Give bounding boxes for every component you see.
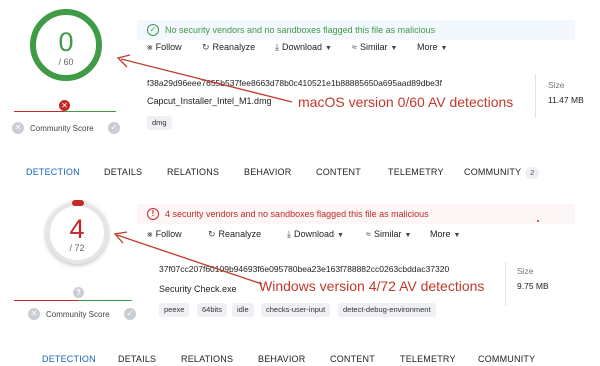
size-label: Size [548,80,565,90]
chevron-down-icon: ▼ [453,232,461,239]
community-score-marker-icon: ? [73,287,84,298]
reanalyze-button[interactable]: ↻ Reanalyze [208,229,261,240]
download-button[interactable]: ⤓ Download ▼ [287,229,344,240]
similar-icon: ≈ [366,229,371,239]
similar-button[interactable]: ≈ Similar ▼ [352,42,397,52]
reanalyze-button[interactable]: ↻ Reanalyze [202,42,255,53]
chevron-down-icon: ▼ [325,45,332,52]
tag[interactable]: idle [232,303,254,317]
chevron-down-icon: ▼ [337,232,344,239]
verdict-text: 4 security vendors and no sandboxes flag… [165,209,429,219]
chevron-down-icon: ▼ [440,45,448,52]
follow-button[interactable]: ⨳ Follow [147,229,182,240]
annotation-windows: Windows version 4/72 AV detections [259,278,485,294]
chevron-down-icon: ▼ [404,232,412,239]
tab-community[interactable]: COMMUNITY [478,354,535,364]
detection-count: 0 [58,27,74,57]
divider [505,262,506,306]
community-count-badge: 2 [525,167,540,179]
tab-relations[interactable]: RELATIONS [181,354,233,364]
tab-behavior[interactable]: BEHAVIOR [244,167,291,177]
macos-report-panel: 0 / 60 ✕ ✕ Community Score ✓ ✓ No securi… [0,0,600,148]
download-icon: ⤓ [275,42,279,52]
file-size: Size 9.75 MB [517,266,549,291]
community-score-label: Community Score [46,310,110,319]
download-button[interactable]: ⤓ Download ▼ [275,42,332,53]
verdict-banner: ✓ No security vendors and no sandboxes f… [137,20,575,40]
report-tabs: DETECTION DETAILS RELATIONS BEHAVIOR CON… [0,167,600,183]
follow-icon: ⨳ [147,229,153,239]
verdict-banner: ! 4 security vendors and no sandboxes fl… [137,204,575,224]
tab-community[interactable]: COMMUNITY 2 [464,167,540,179]
vote-malicious-icon[interactable]: ✓ [124,308,136,320]
divider [535,74,536,118]
tab-telemetry[interactable]: TELEMETRY [400,354,456,364]
tag[interactable]: dmg [147,116,172,130]
community-score-row: ✕ Community Score ✓ [28,308,136,322]
size-label: Size [517,266,534,276]
detection-arc [72,200,84,206]
community-score-row: ✕ Community Score ✓ [12,122,120,136]
detection-score-area: 4 / 72 ? ✕ Community Score ✓ [0,190,136,338]
annotation-macos: macOS version 0/60 AV detections [298,94,514,110]
report-tabs: DETECTION DETAILS RELATIONS BEHAVIOR CON… [0,354,600,366]
tab-behavior[interactable]: BEHAVIOR [258,354,305,364]
detection-score-ring: 4 / 72 [46,202,108,264]
tag[interactable]: 64bits [197,303,228,317]
detection-total: / 72 [69,243,85,253]
more-button[interactable]: More ▼ [430,229,460,239]
download-icon: ⤓ [287,229,291,239]
follow-button[interactable]: ⨳ Follow [147,42,182,53]
more-button[interactable]: More ▼ [417,42,447,52]
community-score-bar [14,111,64,112]
detection-total: / 60 [58,57,74,67]
reanalyze-icon: ↻ [202,42,210,52]
tab-details[interactable]: DETAILS [118,354,156,364]
tab-details[interactable]: DETAILS [104,167,142,177]
detection-count: 4 [69,214,85,244]
tab-content[interactable]: CONTENT [316,167,361,177]
size-value: 9.75 MB [517,281,549,291]
detection-score-ring: 0 / 60 [30,9,102,81]
tab-detection[interactable]: DETECTION [42,354,96,364]
tag[interactable]: checks-user-input [261,303,331,317]
file-hash[interactable]: 37f07cc207f60109b94693f6e095780bea23e163… [159,264,449,274]
alert-circle-icon: ! [147,208,159,220]
verdict-text: No security vendors and no sandboxes fla… [165,25,436,35]
reanalyze-icon: ↻ [208,229,216,239]
check-circle-icon: ✓ [147,24,159,36]
file-size: Size 11.47 MB [548,80,584,105]
vote-harmless-icon[interactable]: ✕ [28,308,40,320]
file-name: Capcut_Installer_Intel_M1.dmg [147,96,272,106]
windows-report-panel: 4 / 72 ? ✕ Community Score ✓ ! 4 securit… [0,190,600,338]
community-score-label: Community Score [30,124,94,133]
vote-harmless-icon[interactable]: ✕ [12,122,24,134]
similar-button[interactable]: ≈ Similar ▼ [366,229,411,239]
vote-malicious-icon[interactable]: ✓ [108,122,120,134]
size-value: 11.47 MB [548,95,584,105]
community-score-bar-rest [78,300,132,301]
detection-score-area: 0 / 60 ✕ ✕ Community Score ✓ [0,0,128,148]
file-name: Security Check.exe [159,284,237,294]
community-score-marker-icon: ✕ [59,100,70,111]
tag[interactable]: detect-debug-environment [338,303,436,317]
status-dot [537,220,539,222]
tag[interactable]: peexe [159,303,190,317]
tab-content[interactable]: CONTENT [330,354,375,364]
tab-relations[interactable]: RELATIONS [167,167,219,177]
follow-icon: ⨳ [147,42,153,52]
community-score-bar-rest [64,111,116,112]
tab-detection[interactable]: DETECTION [26,167,80,177]
community-score-bar [14,300,78,301]
similar-icon: ≈ [352,42,357,52]
chevron-down-icon: ▼ [390,45,398,52]
file-hash[interactable]: f38a29d96eee7655b537fee8663d78b0c410521e… [147,78,442,88]
tab-telemetry[interactable]: TELEMETRY [388,167,444,177]
